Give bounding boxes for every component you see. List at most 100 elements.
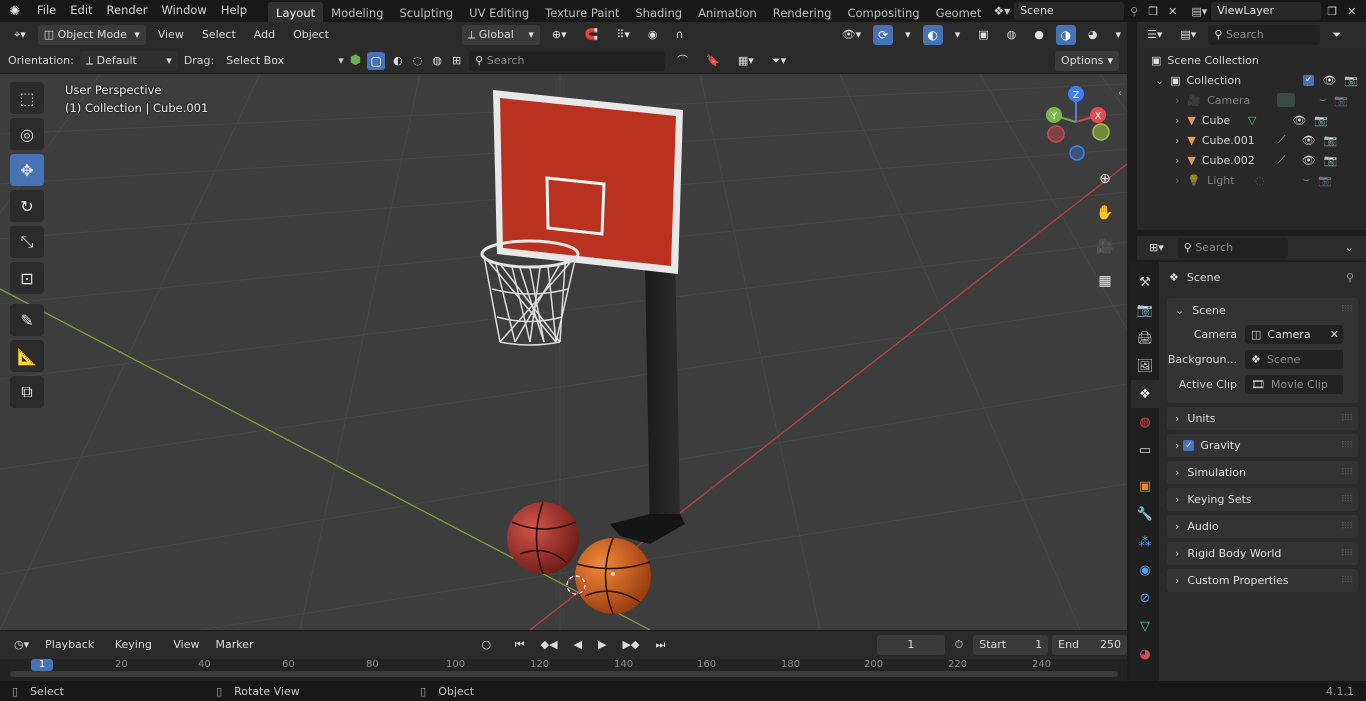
modifiers-tab-icon[interactable]: 🔧 — [1131, 500, 1159, 528]
drag-grip-icon[interactable]: ⠿⠿ — [1341, 441, 1353, 451]
material-tab-icon[interactable]: ◕ — [1131, 640, 1159, 668]
properties-search-field[interactable]: ⚲ Search — [1177, 238, 1288, 258]
material-preview-shading-icon[interactable]: ◑ — [1055, 25, 1076, 45]
scene-tab-icon[interactable]: ❖ — [1131, 380, 1159, 408]
falloff-icon[interactable]: ∩ — [670, 25, 690, 45]
drag-grip-icon[interactable]: ⠿⠿ — [1341, 576, 1353, 586]
camera-render-icon[interactable]: 📷 — [1314, 114, 1328, 127]
timeline-menu-view[interactable]: View — [167, 635, 205, 655]
eye-icon[interactable]: 👁 — [1302, 134, 1316, 147]
camera-render-icon[interactable]: 📷 — [1344, 74, 1358, 87]
gizmo-z-label[interactable]: Z — [1073, 90, 1080, 101]
solid-shading-icon[interactable]: ● — [1028, 25, 1050, 45]
outliner-item-cube-001[interactable]: › ▼ Cube.001 ⟋ 👁 📷 — [1137, 130, 1366, 150]
sidebar-toggle-chevron-icon[interactable]: ‹ — [1118, 88, 1122, 99]
gizmos-dropdown-icon[interactable]: ▾ — [899, 25, 917, 45]
menu-file[interactable]: File — [30, 0, 63, 22]
scale-tool-icon[interactable]: ⤡ — [10, 226, 44, 258]
scene-panel-header[interactable]: ⌄ Scene ⠿⠿ — [1167, 298, 1358, 322]
transform-orientation-dropdown[interactable]: ⟂ Global ▾ — [461, 25, 540, 45]
orientation-dropdown[interactable]: ⟂ Default ▾ — [79, 50, 178, 71]
select-mode-extend-icon[interactable]: ◐ — [391, 51, 405, 71]
xray-toggle-icon[interactable]: ▣ — [972, 25, 994, 45]
frame-start-field[interactable]: Start 1 — [973, 635, 1049, 655]
jump-end-icon[interactable]: ⏭ — [649, 635, 671, 655]
select-mode-subtract-icon[interactable]: ◌ — [411, 51, 425, 71]
bookmark-icon[interactable]: 🔖 — [700, 51, 726, 71]
menu-add[interactable]: Add — [248, 25, 281, 45]
preview-range-stopwatch-icon[interactable]: ⏱ — [949, 635, 970, 655]
camera-render-icon[interactable]: 📷 — [1324, 134, 1338, 147]
wireframe-shading-icon[interactable]: ◍ — [1001, 25, 1023, 45]
clear-field-icon[interactable]: ✕ — [1330, 328, 1339, 341]
jump-keyframe-back-icon[interactable]: ◆◀ — [535, 635, 564, 655]
select-mode-invert-icon[interactable]: ◍ — [430, 51, 444, 71]
background-scene-field[interactable]: ❖ Scene — [1245, 350, 1343, 369]
scene-selector-icon[interactable]: ❖▾ — [993, 4, 1010, 18]
menu-view[interactable]: View — [152, 25, 190, 45]
render-tab-icon[interactable]: 📷 — [1131, 296, 1159, 324]
pan-hand-icon[interactable]: ✋ — [1092, 200, 1118, 226]
properties-options-chevron-icon[interactable]: ⌄ — [1339, 238, 1360, 258]
delete-view-layer-icon[interactable]: ✕ — [1347, 5, 1356, 18]
workspace-tab-animation[interactable]: Animation — [690, 2, 765, 22]
visibility-selectability-icon[interactable]: 👁▾ — [836, 25, 868, 45]
menu-window[interactable]: Window — [154, 0, 213, 22]
data-tab-icon[interactable]: ▽ — [1131, 612, 1159, 640]
gizmo-y-label[interactable]: Y — [1050, 111, 1058, 122]
shading-dropdown-icon[interactable]: ▾ — [1109, 25, 1127, 45]
eye-closed-icon[interactable]: ⌣ — [1319, 93, 1326, 107]
outliner-filter-icon[interactable]: ⏷ — [1326, 25, 1347, 45]
timeline-menu-playback[interactable]: Playback ▾ — [39, 635, 105, 671]
drag-grip-icon[interactable]: ⠿⠿ — [1341, 414, 1353, 424]
drag-grip-icon[interactable]: ⠿⠿ — [1341, 549, 1353, 559]
timeline-menu-marker[interactable]: Marker — [209, 635, 259, 655]
view-options-icon[interactable]: ▦▾ — [732, 51, 760, 71]
workspace-tab-rendering[interactable]: Rendering — [765, 2, 840, 22]
gizmo-x-label[interactable]: X — [1095, 111, 1102, 122]
outliner-search-field[interactable]: ⚲ Search — [1208, 25, 1321, 45]
view-layer-tab-icon[interactable]: 🖼 — [1131, 352, 1159, 380]
custom-properties-panel[interactable]: › Custom Properties ⠿⠿ — [1167, 569, 1358, 592]
workspace-tab-compositing[interactable]: Compositing — [839, 2, 927, 22]
snap-target-button[interactable]: ⠿▾ — [610, 25, 636, 45]
gizmos-toggle-icon[interactable]: ⟳ — [873, 25, 894, 45]
audio-panel[interactable]: › Audio ⠿⠿ — [1167, 515, 1358, 538]
object-tab-icon[interactable]: ▣ — [1131, 472, 1159, 500]
workspace-tab-modeling[interactable]: Modeling — [323, 2, 391, 22]
properties-editor-type-button[interactable]: ⊞▾ — [1143, 238, 1170, 258]
select-mode-new-icon[interactable]: ▢ — [367, 51, 386, 70]
cursor-tool-icon[interactable]: ◎ — [10, 118, 44, 150]
chevron-down-icon[interactable]: ⌄ — [1155, 74, 1164, 87]
chevron-down-icon[interactable]: ▾ — [338, 54, 344, 67]
drag-grip-icon[interactable]: ⠿⠿ — [1341, 495, 1353, 505]
new-view-layer-icon[interactable]: ❐ — [1327, 5, 1337, 18]
view-layer-field[interactable]: ViewLayer — [1211, 2, 1322, 20]
camera-render-icon[interactable]: 📷 — [1318, 174, 1332, 187]
drag-dropdown[interactable]: Select Box ▾ — [220, 51, 294, 87]
rotate-tool-icon[interactable]: ↻ — [10, 190, 44, 222]
output-tab-icon[interactable]: 🖨 — [1131, 324, 1159, 352]
chevron-right-icon[interactable]: › — [1175, 174, 1179, 187]
gravity-checkbox[interactable]: ✓ — [1183, 440, 1195, 451]
particles-tab-icon[interactable]: ⁂ — [1131, 528, 1159, 556]
perspective-ortho-grid-icon[interactable]: ▦ — [1092, 268, 1118, 294]
mode-dropdown[interactable]: ◫ Object Mode ▾ — [37, 25, 146, 45]
transform-tool-icon[interactable]: ⊡ — [10, 262, 44, 294]
physics-tab-icon[interactable]: ◉ — [1131, 556, 1159, 584]
eye-icon[interactable]: 👁 — [1322, 74, 1336, 87]
tool-tab-icon[interactable]: ⚒ — [1131, 268, 1159, 296]
eye-icon[interactable]: 👁 — [1302, 154, 1316, 167]
outliner-item-cube[interactable]: › ▼ Cube ▽ 👁 📷 — [1137, 110, 1366, 130]
filter-arc-icon[interactable]: ⌒ — [671, 51, 694, 71]
collection-exclude-checkbox[interactable]: ✓ — [1303, 74, 1315, 86]
proportional-edit-icon[interactable]: ◉ — [642, 25, 664, 45]
scene-name-field[interactable]: Scene — [1014, 2, 1125, 20]
camera-view-icon[interactable]: 🎥 — [1092, 234, 1118, 260]
outliner-item-cube-002[interactable]: › ▼ Cube.002 ⟋ 👁 📷 — [1137, 150, 1366, 170]
workspace-tab-uv-editing[interactable]: UV Editing — [461, 2, 537, 22]
menu-help[interactable]: Help — [214, 0, 254, 22]
chevron-right-icon[interactable]: › — [1175, 94, 1179, 107]
playhead[interactable]: 1 — [31, 659, 53, 671]
new-scene-icon[interactable]: ❐ — [1148, 5, 1158, 18]
